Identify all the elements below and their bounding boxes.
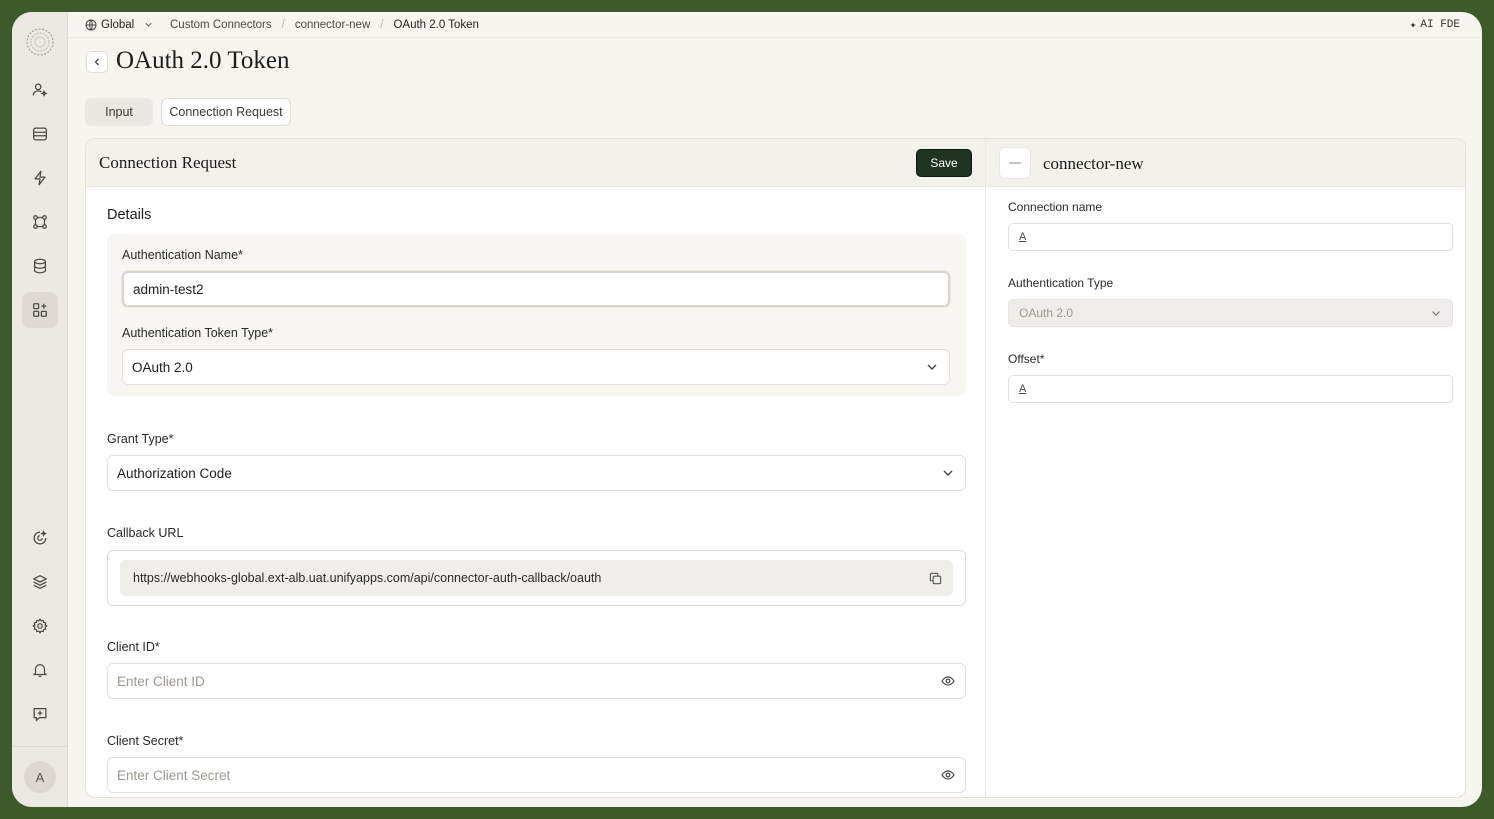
auth-type-label: Authentication Type bbox=[1008, 276, 1114, 290]
sparkle-icon: ✦ bbox=[1409, 19, 1417, 32]
back-button[interactable] bbox=[86, 51, 108, 73]
chevron-left-icon bbox=[94, 58, 99, 66]
feedback-icon[interactable] bbox=[22, 696, 58, 732]
lightning-icon[interactable] bbox=[22, 160, 58, 196]
workflow-icon[interactable] bbox=[22, 204, 58, 240]
ai-fde-label: AI FDE bbox=[1420, 18, 1460, 31]
offset-label: Offset* bbox=[1008, 352, 1045, 366]
grant-type-label: Grant Type* bbox=[107, 432, 174, 446]
bell-icon[interactable] bbox=[22, 652, 58, 688]
text-type-icon: A bbox=[1019, 383, 1027, 395]
connection-name-label: Connection name bbox=[1008, 200, 1103, 214]
tab-input[interactable]: Input bbox=[85, 98, 153, 126]
auth-token-type-select[interactable]: OAuth 2.0 bbox=[122, 349, 950, 385]
chevron-down-icon bbox=[927, 364, 937, 370]
eye-icon[interactable] bbox=[941, 768, 955, 782]
copy-icon[interactable] bbox=[928, 571, 943, 586]
panel-title: Connection Request bbox=[99, 153, 237, 172]
sidebar-divider bbox=[12, 746, 68, 747]
auth-type-select: OAuth 2.0 bbox=[1008, 299, 1453, 327]
settings-icon[interactable] bbox=[22, 608, 58, 644]
connector-logo-icon bbox=[999, 147, 1031, 179]
main-card: Connection Request Save Details Authenti… bbox=[85, 138, 1466, 798]
connector-name: connector-new bbox=[1043, 154, 1144, 173]
client-secret-label: Client Secret* bbox=[107, 734, 184, 748]
sidebar: A bbox=[12, 12, 68, 807]
callback-url-value: https://webhooks-global.ext-alb.uat.unif… bbox=[133, 571, 602, 585]
client-secret-placeholder: Enter Client Secret bbox=[117, 767, 231, 783]
tab-connection-request[interactable]: Connection Request bbox=[161, 98, 291, 126]
grant-type-value: Authorization Code bbox=[117, 465, 232, 481]
callback-url-field[interactable]: https://webhooks-global.ext-alb.uat.unif… bbox=[120, 560, 953, 596]
auth-name-input[interactable]: admin-test2 bbox=[122, 271, 950, 307]
breadcrumb-connector[interactable]: connector-new bbox=[295, 19, 370, 31]
support-icon[interactable] bbox=[22, 520, 58, 556]
breadcrumb: Custom Connectors / connector-new / OAut… bbox=[170, 19, 479, 31]
save-button[interactable]: Save bbox=[916, 149, 972, 177]
details-heading: Details bbox=[107, 207, 152, 223]
chevron-down-icon bbox=[1432, 311, 1440, 316]
chevron-down-icon bbox=[943, 470, 953, 476]
auth-name-label: Authentication Name* bbox=[122, 248, 243, 262]
eye-icon[interactable] bbox=[941, 674, 955, 688]
workspace-label: Global bbox=[101, 18, 135, 31]
text-type-icon: A bbox=[1019, 231, 1027, 243]
layers-icon[interactable] bbox=[22, 564, 58, 600]
app-window: A Global Custom Connectors / connector-n… bbox=[12, 12, 1482, 807]
client-id-placeholder: Enter Client ID bbox=[117, 673, 205, 689]
connection-name-input[interactable]: A bbox=[1008, 223, 1453, 251]
topbar: Global Custom Connectors / connector-new… bbox=[68, 12, 1482, 38]
breadcrumb-custom-connectors[interactable]: Custom Connectors bbox=[170, 19, 272, 31]
connector-panel: connector-new Connection name A Authenti… bbox=[986, 139, 1465, 797]
ai-fde-button[interactable]: ✦ AI FDE bbox=[1410, 18, 1460, 32]
callback-url-label: Callback URL bbox=[107, 526, 184, 540]
auth-token-type-value: OAuth 2.0 bbox=[132, 359, 193, 375]
callback-url-box: https://webhooks-global.ext-alb.uat.unif… bbox=[107, 550, 966, 606]
auth-name-value: admin-test2 bbox=[133, 281, 204, 297]
chevron-down-icon bbox=[145, 22, 152, 27]
workspace-selector[interactable]: Global bbox=[85, 19, 153, 31]
page-title: OAuth 2.0 Token bbox=[116, 47, 290, 74]
client-secret-input[interactable]: Enter Client Secret bbox=[107, 757, 966, 793]
client-id-input[interactable]: Enter Client ID bbox=[107, 663, 966, 699]
app-logo-icon[interactable] bbox=[24, 26, 56, 58]
connection-request-panel: Connection Request Save Details Authenti… bbox=[86, 139, 986, 797]
offset-input[interactable]: A bbox=[1008, 375, 1453, 403]
users-icon[interactable] bbox=[22, 72, 58, 108]
breadcrumb-separator: / bbox=[380, 18, 384, 31]
inbox-icon[interactable] bbox=[22, 116, 58, 152]
avatar[interactable]: A bbox=[24, 761, 56, 793]
client-id-label: Client ID* bbox=[107, 640, 160, 654]
database-icon[interactable] bbox=[22, 248, 58, 284]
globe-icon bbox=[85, 19, 97, 30]
apps-icon[interactable] bbox=[22, 292, 58, 328]
auth-type-value: OAuth 2.0 bbox=[1019, 306, 1074, 320]
grant-type-select[interactable]: Authorization Code bbox=[107, 455, 966, 491]
auth-token-type-label: Authentication Token Type* bbox=[122, 326, 274, 340]
breadcrumb-separator: / bbox=[281, 18, 285, 31]
breadcrumb-current: OAuth 2.0 Token bbox=[393, 18, 479, 31]
